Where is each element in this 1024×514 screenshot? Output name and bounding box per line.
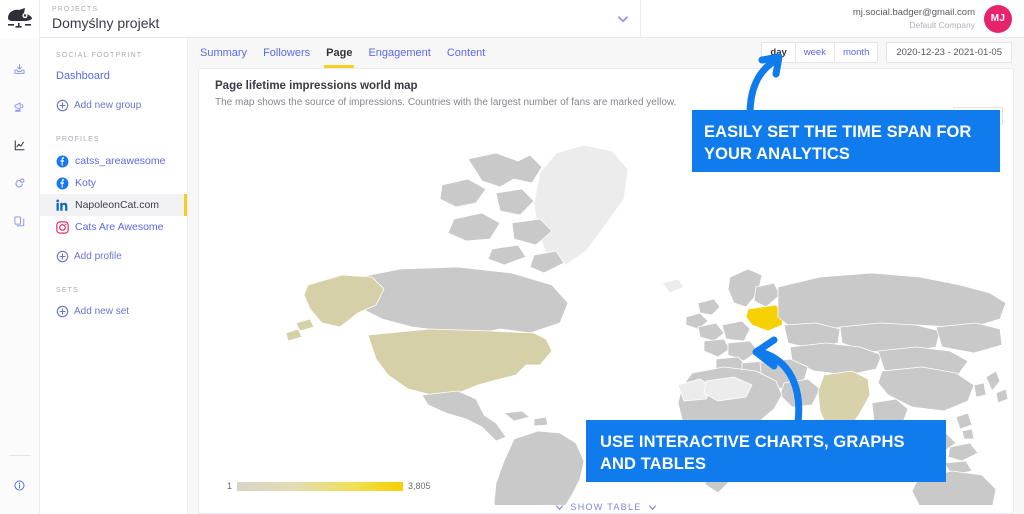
callout-line-2: AND TABLES xyxy=(600,455,707,473)
app-logo[interactable] xyxy=(0,0,40,38)
add-profile-button[interactable]: Add profile xyxy=(40,246,187,267)
tab-label: Content xyxy=(446,47,486,59)
account-email: mj.social.badger@gmail.com xyxy=(852,6,975,18)
callout-arrow-timespan xyxy=(746,53,783,118)
chevron-down-icon xyxy=(556,504,564,510)
tab-label: Summary xyxy=(200,47,248,59)
card-title: Page lifetime impressions world map xyxy=(215,80,418,92)
add-new-group-label: Add new group xyxy=(74,100,142,111)
tab-label: Page xyxy=(326,47,353,59)
plus-circle-icon xyxy=(56,99,69,112)
documents-copy-icon xyxy=(14,215,25,226)
tab-label: Engagement xyxy=(368,47,431,59)
instagram-icon xyxy=(56,220,69,234)
sidebar-profile-napoleoncat-com[interactable]: NapoleonCat.com xyxy=(40,194,187,216)
sidebar-header-profiles: PROFILES xyxy=(56,136,100,143)
linkedin-icon xyxy=(56,199,68,211)
callout-line-1: EASILY SET THE TIME SPAN FOR xyxy=(704,123,972,141)
legend-min-value: 1 xyxy=(227,481,233,491)
show-table-toggle[interactable]: SHOW TABLE xyxy=(188,502,1024,512)
avatar[interactable]: MJ xyxy=(984,4,1012,33)
project-name: Domyślny projekt xyxy=(52,15,160,31)
rail-divider xyxy=(8,455,31,456)
account-text: mj.social.badger@gmail.com Default Compa… xyxy=(853,7,975,31)
sidebar-profile-label: NapoleonCat.com xyxy=(75,199,160,211)
rail-item-publisher[interactable] xyxy=(4,88,36,126)
add-new-set-label: Add new set xyxy=(74,306,130,317)
add-new-set-button[interactable]: Add new set xyxy=(40,301,187,322)
sidebar-profile-cats-are-awesome[interactable]: Cats Are Awesome xyxy=(40,216,187,238)
sidebar-profile-label: catss_areawesome xyxy=(75,155,166,167)
rail-item-automation[interactable] xyxy=(4,164,36,202)
rail-bottom xyxy=(0,455,39,514)
sidebar-header-sets: SETS xyxy=(56,287,79,294)
facebook-icon xyxy=(56,177,69,189)
topbar-spacer xyxy=(640,0,853,37)
tab-page[interactable]: Page xyxy=(324,38,355,68)
sidebar-profile-catss-areawesome[interactable]: catss_areawesome xyxy=(40,150,187,172)
facebook-icon xyxy=(56,155,69,167)
sidebar: SOCIAL FOOTPRINT Dashboard Add new group… xyxy=(40,38,188,514)
rail-item-analytics[interactable] xyxy=(4,126,36,164)
account-company: Default Company xyxy=(909,19,975,30)
tab-label: Followers xyxy=(263,47,311,59)
add-new-group-button[interactable]: Add new group xyxy=(40,95,187,116)
tab-bar: Summary Followers Page Engagement Conten… xyxy=(188,38,1024,68)
callout-timespan: EASILY SET THE TIME SPAN FOR YOUR ANALYT… xyxy=(692,110,1000,172)
show-table-label: SHOW TABLE xyxy=(570,502,642,512)
callout-charts: USE INTERACTIVE CHARTS, GRAPHS AND TABLE… xyxy=(586,420,946,482)
account-menu[interactable]: mj.social.badger@gmail.com Default Compa… xyxy=(853,0,1024,37)
date-range-input[interactable]: 2020-12-23 - 2021-01-05 xyxy=(886,42,1012,63)
chevron-down-icon xyxy=(648,504,656,510)
rail-item-inbox[interactable] xyxy=(4,50,36,88)
inbox-download-icon xyxy=(14,63,25,74)
tab-followers[interactable]: Followers xyxy=(263,38,310,68)
card-subtitle: The map shows the source of impressions.… xyxy=(215,97,677,108)
plus-circle-icon xyxy=(56,250,69,263)
megaphone-icon xyxy=(14,101,24,112)
rail-item-documents[interactable] xyxy=(4,202,36,240)
sidebar-item-dashboard[interactable]: Dashboard xyxy=(40,66,187,87)
sidebar-item-label: Dashboard xyxy=(56,70,110,82)
sidebar-profile-koty[interactable]: Koty xyxy=(40,172,187,194)
sidebar-profile-label: Cats Are Awesome xyxy=(75,221,164,233)
sidebar-header-social-footprint: SOCIAL FOOTPRINT xyxy=(56,52,143,59)
project-selector[interactable]: PROJECTS Domyślny projekt xyxy=(40,0,640,37)
legend-gradient-bar xyxy=(237,481,404,491)
icon-rail xyxy=(0,38,40,514)
info-circle-icon xyxy=(14,479,25,491)
sidebar-profile-label: Koty xyxy=(75,177,97,189)
top-bar: PROJECTS Domyślny projekt mj.social.badg… xyxy=(0,0,1024,38)
tab-content[interactable]: Content xyxy=(447,38,486,68)
map-legend: 1 3,805 xyxy=(227,481,431,491)
chevron-down-icon[interactable] xyxy=(616,12,630,26)
plus-circle-icon xyxy=(56,305,69,318)
rail-item-info[interactable] xyxy=(4,466,36,504)
granularity-month-button[interactable]: month xyxy=(833,42,879,63)
add-profile-label: Add profile xyxy=(74,251,122,262)
tab-summary[interactable]: Summary xyxy=(200,38,247,68)
callout-line-1: USE INTERACTIVE CHARTS, GRAPHS xyxy=(600,433,905,451)
app-root: PROJECTS Domyślny projekt mj.social.badg… xyxy=(0,0,1024,514)
callout-line-2: YOUR ANALYTICS xyxy=(704,145,850,163)
projects-label: PROJECTS xyxy=(52,6,99,13)
analytics-chart-icon xyxy=(14,139,25,150)
tab-engagement[interactable]: Engagement xyxy=(368,38,430,68)
napoleoncat-cat-logo-icon xyxy=(7,8,32,28)
automation-gear-icon xyxy=(15,177,25,187)
callout-arrow-charts xyxy=(752,336,803,426)
legend-max-value: 3,805 xyxy=(408,481,431,491)
